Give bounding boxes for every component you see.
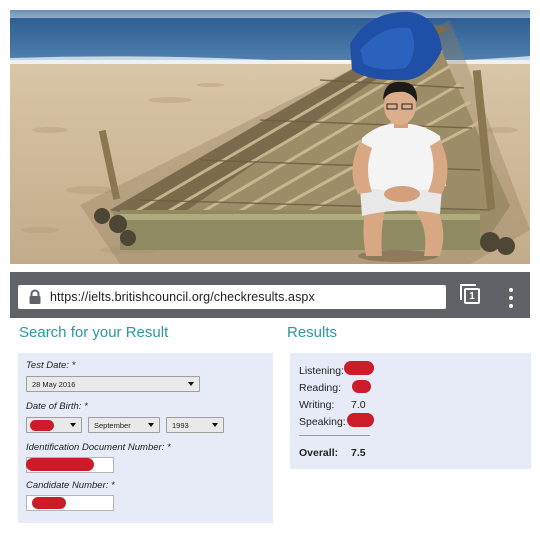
redaction-mark xyxy=(344,361,374,375)
listening-label: Listening: xyxy=(299,365,344,377)
dropdown-arrow-icon xyxy=(148,423,154,427)
id-document-label: Identification Document Number: * xyxy=(26,442,171,453)
candidate-number-label: Candidate Number: * xyxy=(26,480,115,491)
overall-label: Overall: xyxy=(299,447,339,459)
redaction-mark xyxy=(347,413,374,427)
redaction-mark xyxy=(352,380,371,393)
lock-icon xyxy=(28,289,42,305)
overflow-menu-icon[interactable] xyxy=(504,288,518,308)
tab-count-label: 1 xyxy=(469,290,475,302)
results-title: Results xyxy=(287,324,338,341)
search-form: Test Date: * 28 May 2016 Date of Birth: … xyxy=(18,353,273,523)
redaction-mark xyxy=(32,497,66,509)
redaction-mark xyxy=(26,458,94,471)
writing-score: 7.0 xyxy=(351,399,366,411)
browser-window: https://ielts.britishcouncil.org/checkre… xyxy=(10,272,531,534)
page-content: Search for your Result Results Test Date… xyxy=(10,318,531,534)
results-panel: Listening: Reading: Writing: 7.0 Speakin… xyxy=(290,353,531,469)
beach-raft-photo xyxy=(10,10,530,264)
test-date-select[interactable]: 28 May 2016 xyxy=(26,376,200,392)
dob-day-select[interactable] xyxy=(26,417,82,433)
browser-toolbar: https://ielts.britishcouncil.org/checkre… xyxy=(10,272,530,318)
dob-year-value: 1993 xyxy=(172,420,189,430)
speaking-label: Speaking: xyxy=(299,416,346,428)
address-bar[interactable]: https://ielts.britishcouncil.org/checkre… xyxy=(18,285,446,309)
dropdown-arrow-icon xyxy=(70,423,76,427)
dob-month-select[interactable]: September xyxy=(88,417,160,433)
address-url[interactable]: https://ielts.britishcouncil.org/checkre… xyxy=(50,290,315,304)
dropdown-arrow-icon xyxy=(212,423,218,427)
test-date-value: 28 May 2016 xyxy=(32,379,76,389)
overall-score: 7.5 xyxy=(351,447,366,459)
candidate-number-input[interactable] xyxy=(26,495,114,511)
dob-month-value: September xyxy=(94,420,131,430)
id-document-input[interactable] xyxy=(26,457,114,473)
writing-label: Writing: xyxy=(299,399,335,411)
results-divider xyxy=(299,435,370,436)
reading-label: Reading: xyxy=(299,382,342,394)
dob-label: Date of Birth: * xyxy=(26,401,88,412)
tab-switcher-icon[interactable]: 1 xyxy=(460,284,480,304)
test-date-label: Test Date: * xyxy=(26,360,76,371)
redaction-mark xyxy=(30,420,54,431)
dropdown-arrow-icon xyxy=(188,382,194,386)
search-title: Search for your Result xyxy=(19,324,169,341)
dob-year-select[interactable]: 1993 xyxy=(166,417,224,433)
